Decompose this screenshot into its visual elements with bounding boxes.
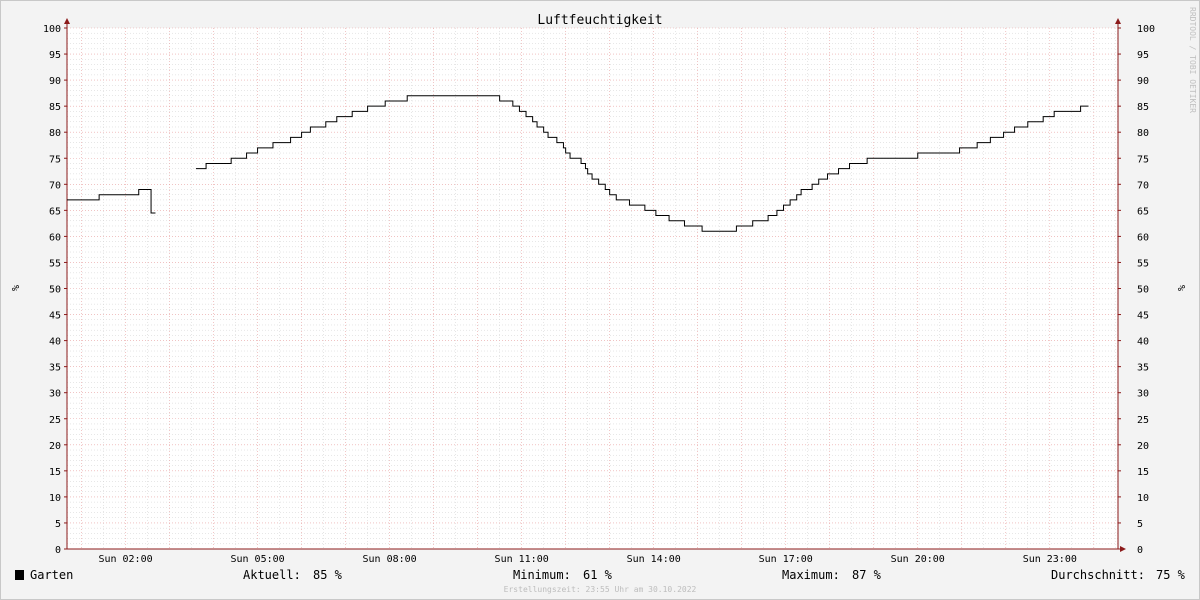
y-tick-label-right: 80	[1137, 128, 1149, 139]
y-tick-label-right: 90	[1137, 76, 1149, 87]
y-tick-label-left: 100	[43, 24, 61, 35]
y-tick-label-right: 60	[1137, 232, 1149, 243]
y-axis-arrow-left	[64, 18, 70, 24]
footer-created: Erstellungszeit: 23:55 Uhr am 30.10.2022	[504, 585, 697, 594]
y-tick-label-left: 95	[49, 50, 61, 61]
legend-min-value: 61 %	[583, 568, 613, 582]
y-tick-label-left: 40	[49, 337, 61, 348]
y-tick-label-left: 55	[49, 258, 61, 269]
y-tick-label-left: 30	[49, 389, 61, 400]
legend-swatch	[15, 570, 24, 580]
vertical-side-text: RRDTOOL / TOBI OETIKER	[1188, 7, 1197, 113]
x-tick-label: Sun 11:00	[495, 554, 549, 565]
y-tick-label-right: 10	[1137, 493, 1149, 504]
y-tick-label-right: 100	[1137, 24, 1155, 35]
legend-series-name: Garten	[30, 568, 73, 582]
y-tick-label-right: 55	[1137, 258, 1149, 269]
y-tick-label-right: 30	[1137, 389, 1149, 400]
y-tick-label-right: 35	[1137, 363, 1149, 374]
chart: Luftfeuchtigkeit % % RRDTOOL / TOBI OETI…	[0, 0, 1200, 600]
x-tick-label: Sun 05:00	[230, 554, 284, 565]
y-tick-label-left: 50	[49, 285, 61, 296]
y-tick-label-left: 15	[49, 467, 61, 478]
y-tick-label-right: 15	[1137, 467, 1149, 478]
y-tick-label-right: 95	[1137, 50, 1149, 61]
y-tick-label-right: 75	[1137, 154, 1149, 165]
y-tick-label-left: 85	[49, 102, 61, 113]
y-tick-label-left: 65	[49, 206, 61, 217]
x-tick-label: Sun 14:00	[627, 554, 681, 565]
y-tick-label-right: 20	[1137, 441, 1149, 452]
legend-max-value: 87 %	[852, 568, 882, 582]
y-tick-label-left: 5	[55, 519, 61, 530]
y-tick-label-left: 25	[49, 415, 61, 426]
x-tick-labels: Sun 02:00 Sun 05:00 Sun 08:00 Sun 11:00 Sun …	[98, 554, 1076, 565]
x-tick-label: Sun 20:00	[891, 554, 945, 565]
y-tick-label-right: 0	[1137, 545, 1143, 556]
y-tick-label-left: 0	[55, 545, 61, 556]
legend-avg-label: Durchschnitt:	[1051, 568, 1145, 582]
y-tick-label-left: 35	[49, 363, 61, 374]
legend-min-label: Minimum:	[513, 568, 571, 582]
legend-max-label: Maximum:	[782, 568, 840, 582]
y-axis-arrow-right	[1115, 18, 1121, 24]
x-tick-label: Sun 08:00	[363, 554, 417, 565]
y-tick-label-right: 65	[1137, 206, 1149, 217]
y-tick-label-right: 40	[1137, 337, 1149, 348]
y-tick-label-right: 85	[1137, 102, 1149, 113]
y-tick-label-left: 90	[49, 76, 61, 87]
y-axis-label-right: %	[1175, 285, 1186, 291]
legend-current-label: Aktuell:	[243, 568, 301, 582]
y-tick-label-right: 50	[1137, 285, 1149, 296]
y-tick-label-right: 25	[1137, 415, 1149, 426]
y-tick-label-left: 60	[49, 232, 61, 243]
x-tick-label: Sun 02:00	[98, 554, 152, 565]
y-tick-label-left: 75	[49, 154, 61, 165]
y-tick-label-left: 20	[49, 441, 61, 452]
x-tick-label: Sun 17:00	[759, 554, 813, 565]
legend-avg-value: 75 %	[1156, 568, 1186, 582]
y-tick-label-right: 5	[1137, 519, 1143, 530]
legend-current-value: 85 %	[313, 568, 343, 582]
x-tick-label: Sun 23:00	[1023, 554, 1077, 565]
y-tick-label-left: 80	[49, 128, 61, 139]
chart-title: Luftfeuchtigkeit	[537, 13, 662, 28]
y-tick-label-right: 45	[1137, 311, 1149, 322]
y-axis-label-left: %	[9, 285, 20, 291]
y-tick-label-left: 10	[49, 493, 61, 504]
y-tick-label-right: 70	[1137, 180, 1149, 191]
y-tick-label-left: 70	[49, 180, 61, 191]
y-tick-label-left: 45	[49, 311, 61, 322]
